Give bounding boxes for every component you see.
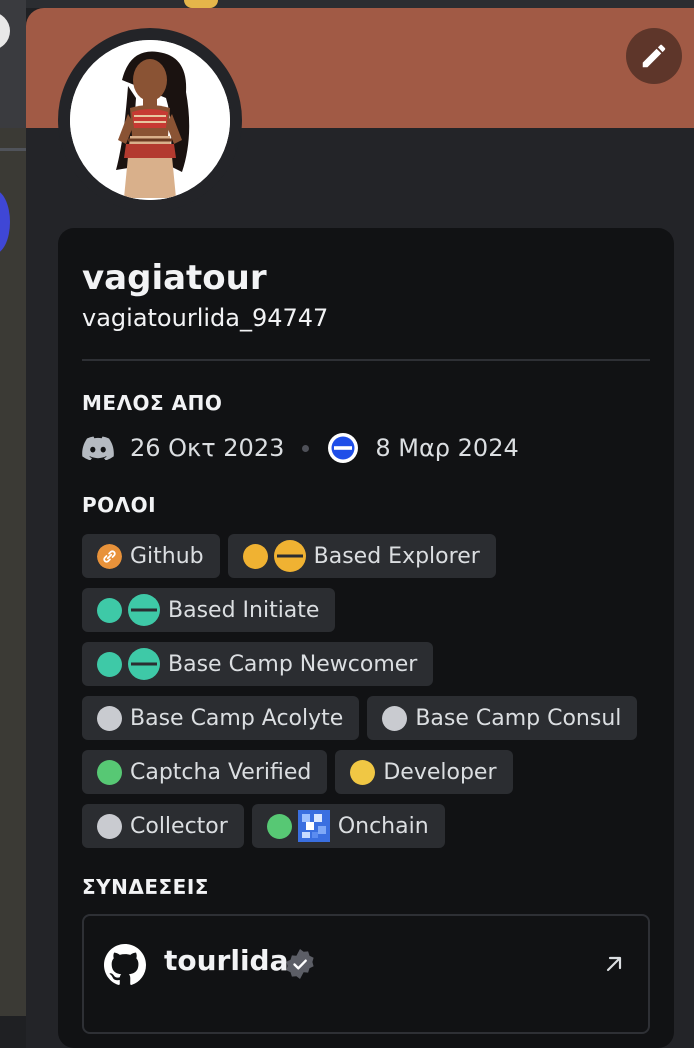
role-color-dot [97,597,122,623]
server-join-date: 8 Μαρ 2024 [375,434,519,462]
role-label: Based Explorer [313,543,480,569]
link-icon [97,543,122,569]
role-captcha-verified[interactable]: Captcha Verified [82,750,328,794]
role-based-initiate[interactable]: Based Initiate [82,588,336,632]
role-base-camp-acolyte[interactable]: Base Camp Acolyte [82,696,360,740]
divider [82,359,650,361]
role-label: Onchain [337,813,429,839]
role-color-dot [97,651,122,677]
roles-list: Github Based Explorer Based Initiate Bas… [82,534,662,858]
role-base-camp-newcomer[interactable]: Base Camp Newcomer [82,642,434,686]
roles-title: ΡΟΛΟΙ [82,493,157,517]
role-color-dot [266,813,292,839]
verified-badge-icon [286,949,314,979]
role-label: Github [130,543,204,569]
avatar-frame [58,28,242,212]
onchain-pixel-icon [297,810,330,842]
role-label: Based Initiate [168,597,320,623]
role-color-dot [242,543,268,569]
role-color-dot [350,759,376,785]
background-panel [0,128,26,1016]
username[interactable]: vagiatourlida_94747 [82,304,328,332]
discord-join-date: 26 Οκτ 2023 [130,434,285,462]
role-based-explorer[interactable]: Based Explorer [227,534,496,578]
background-header [26,0,694,8]
base-logo-icon [128,594,160,626]
role-developer[interactable]: Developer [335,750,513,794]
display-name: vagiatour [82,258,267,298]
base-logo-icon [128,648,160,680]
github-icon [104,944,146,985]
discord-logo-icon [82,436,114,460]
role-color-dot [97,813,122,839]
avatar[interactable] [70,40,230,200]
profile-body-card: vagiatour vagiatourlida_94747 ΜΕΛΟΣ ΑΠΟ … [58,228,674,1048]
role-color-dot [97,759,122,785]
connections-title: ΣΥΝΔΕΣΕΙΣ [82,875,209,899]
role-color-dot [382,705,408,731]
role-color-dot [97,705,122,731]
role-label: Developer [383,759,497,785]
member-since-title: ΜΕΛΟΣ ΑΠΟ [82,391,223,415]
base-server-icon[interactable] [327,432,359,464]
role-collector[interactable]: Collector [82,804,244,848]
background-divider [0,148,26,151]
role-github[interactable]: Github [82,534,220,578]
background-badge [184,0,218,8]
base-logo-icon [273,540,306,572]
avatar-portrait-icon [70,40,230,200]
role-label: Collector [130,813,228,839]
separator-dot [302,444,310,452]
pencil-icon [642,44,666,68]
edit-profile-button[interactable] [626,28,682,84]
connection-account-name: tourlida [164,944,289,977]
role-label: Captcha Verified [130,759,312,785]
role-onchain[interactable]: Onchain [251,804,445,848]
member-since-row: 26 Οκτ 2023 8 Μαρ 2024 [82,432,519,464]
role-label: Base Camp Newcomer [168,651,418,677]
role-base-camp-consul[interactable]: Base Camp Consul [367,696,638,740]
role-label: Base Camp Acolyte [130,705,344,731]
user-profile-popout: vagiatour vagiatourlida_94747 ΜΕΛΟΣ ΑΠΟ … [26,8,694,1048]
external-link-icon[interactable] [602,952,626,976]
connection-github[interactable]: tourlida [82,914,650,1034]
role-label: Base Camp Consul [415,705,622,731]
